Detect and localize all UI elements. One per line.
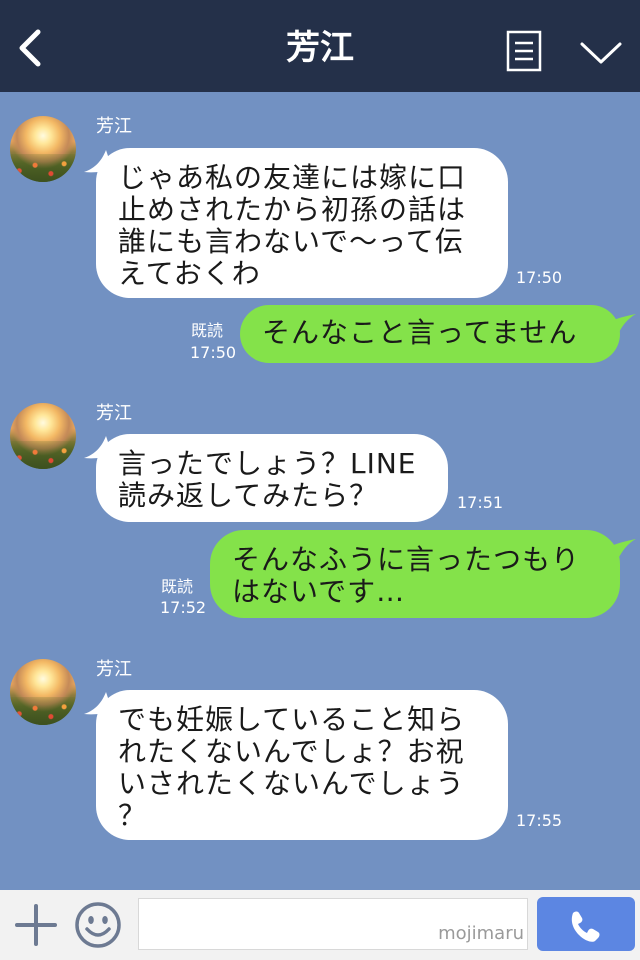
- message-line: そんなこと言ってません: [262, 316, 578, 349]
- menu-button[interactable]: [506, 30, 542, 72]
- collapse-button[interactable]: [578, 38, 624, 68]
- message-line: じゃあ私の友達には嫁に口: [118, 161, 467, 194]
- plus-button[interactable]: [14, 903, 58, 947]
- timestamp: 17:51: [457, 493, 504, 512]
- timestamp: 17:55: [516, 811, 563, 830]
- avatar[interactable]: [10, 403, 76, 469]
- call-button[interactable]: [537, 897, 635, 951]
- message-line: 誰にも言わないで〜って伝: [118, 225, 464, 258]
- message-bubble[interactable]: でも妊娠していること知ら れたくないんでしょ？お祝 いされたくないんでしょう ？: [96, 690, 508, 840]
- message-line: いされたくないんでしょう: [118, 767, 465, 800]
- sticker-button[interactable]: [74, 901, 122, 949]
- message-line: 言ったでしょう？LINE: [118, 447, 417, 480]
- chevron-down-icon: [580, 42, 622, 64]
- bubble-tail: [608, 314, 636, 334]
- timestamp: 17:50: [516, 268, 563, 287]
- message-line: ？: [118, 799, 148, 832]
- list-icon: [506, 30, 542, 72]
- smiley-icon: [75, 902, 121, 948]
- sender-name: 芳江: [96, 116, 132, 137]
- message-line: そんなふうに言ったつもり: [232, 543, 581, 576]
- message-bubble-sent[interactable]: そんなふうに言ったつもり はないです…: [210, 530, 620, 618]
- message-line: 止めされたから初孫の話は: [118, 193, 467, 226]
- message-line: でも妊娠していること知ら: [118, 703, 466, 736]
- chat-header: 芳江: [0, 0, 640, 92]
- sender-name: 芳江: [96, 659, 132, 680]
- read-receipt: 既読: [161, 577, 194, 596]
- avatar[interactable]: [10, 116, 76, 182]
- message-bubble-sent[interactable]: そんなこと言ってません: [240, 305, 620, 363]
- timestamp: 17:50: [190, 343, 237, 362]
- message-line: はないです…: [232, 575, 406, 608]
- read-receipt: 既読: [191, 321, 224, 340]
- phone-icon: [571, 911, 600, 942]
- bubble-tail: [608, 539, 636, 559]
- message-line: 読み返してみたら？: [118, 479, 379, 512]
- plus-icon: [15, 904, 57, 946]
- message-input[interactable]: [138, 898, 528, 950]
- chat-title: 芳江: [286, 28, 354, 68]
- avatar[interactable]: [10, 659, 76, 725]
- back-button[interactable]: [14, 28, 48, 68]
- message-bubble[interactable]: 言ったでしょう？LINE 読み返してみたら？: [96, 434, 448, 522]
- message-bubble[interactable]: じゃあ私の友達には嫁に口 止めされたから初孫の話は 誰にも言わないで〜って伝 え…: [96, 148, 508, 298]
- timestamp: 17:52: [160, 598, 207, 617]
- sender-name: 芳江: [96, 403, 132, 424]
- chevron-left-icon: [19, 29, 41, 67]
- message-line: れたくないんでしょ？お祝: [118, 735, 465, 768]
- message-line: えておくわ: [118, 257, 261, 290]
